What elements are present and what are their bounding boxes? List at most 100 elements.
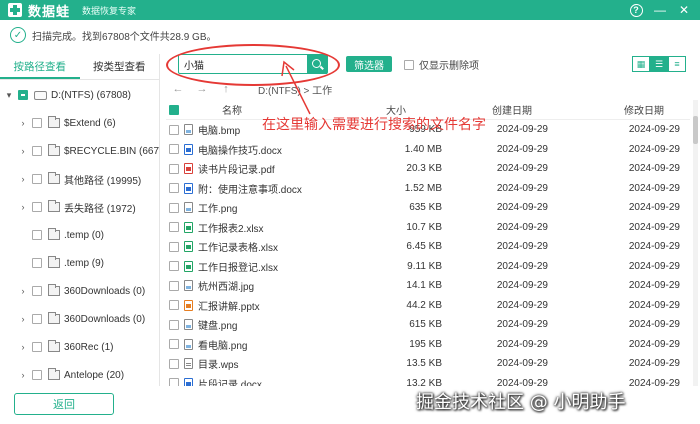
row-checkbox[interactable] (169, 378, 179, 386)
tree-checkbox[interactable] (32, 174, 42, 184)
table-row[interactable]: 汇报讲解.pptx 44.2 KB 2024-09-29 2024-09-29 (166, 296, 690, 316)
file-size: 13.5 KB (406, 358, 442, 370)
tree-item[interactable]: › 360Downloads (0) (18, 282, 145, 300)
file-modified-date: 2024-09-29 (628, 143, 680, 155)
tree-item[interactable]: › 360Rec (1) (18, 338, 113, 356)
table-row[interactable]: 工作报表2.xlsx 10.7 KB 2024-09-29 2024-09-29 (166, 218, 690, 238)
folder-icon (48, 312, 60, 324)
tree-checkbox[interactable] (32, 146, 42, 156)
row-checkbox[interactable] (169, 319, 179, 330)
table-row[interactable]: 读书片段记录.pdf 20.3 KB 2024-09-29 2024-09-29 (166, 159, 690, 179)
caret-down-icon[interactable]: ▾ (4, 90, 14, 101)
file-size: 635 KB (409, 202, 442, 214)
caret-right-icon[interactable]: › (18, 370, 28, 380)
caret-right-icon[interactable]: › (18, 174, 28, 184)
row-checkbox[interactable] (169, 163, 179, 174)
tree-item-label: .temp (0) (64, 229, 105, 241)
caret-right-icon[interactable]: › (18, 314, 28, 324)
table-row[interactable]: 附：使用注意事项.docx 1.52 MB 2024-09-29 2024-09-29 (166, 179, 690, 199)
tree-item[interactable]: › 360Downloads (0) (18, 310, 145, 328)
row-checkbox[interactable] (169, 339, 179, 350)
tree-checkbox[interactable] (32, 370, 42, 380)
list-view-button[interactable]: ☰ (650, 56, 668, 72)
row-checkbox[interactable] (169, 202, 179, 213)
close-icon: ✕ (678, 3, 690, 17)
row-checkbox[interactable] (169, 241, 179, 252)
only-deleted-toggle[interactable]: 仅显示删除项 (404, 57, 479, 72)
row-checkbox[interactable] (169, 280, 179, 291)
row-checkbox[interactable] (169, 300, 179, 311)
table-row[interactable]: 看电脑.png 195 KB 2024-09-29 2024-09-29 (166, 335, 690, 355)
file-size: 20.3 KB (406, 163, 442, 175)
file-modified-date: 2024-09-29 (628, 280, 680, 292)
caret-right-icon[interactable]: › (18, 118, 28, 128)
table-row[interactable]: 片段记录.docx 13.2 KB 2024-09-29 2024-09-29 (166, 374, 690, 386)
pdf-file-icon (184, 163, 193, 175)
nav-back-icon[interactable]: ← (166, 83, 190, 95)
back-button[interactable]: 返回 (14, 393, 114, 415)
tree-checkbox[interactable] (32, 230, 42, 240)
only-deleted-checkbox[interactable] (404, 59, 414, 70)
file-name: 工作日报登记.xlsx (198, 262, 278, 274)
file-modified-date: 2024-09-29 (628, 319, 680, 331)
tree-checkbox[interactable] (32, 258, 42, 268)
row-checkbox[interactable] (169, 222, 179, 233)
caret-right-icon[interactable]: › (18, 146, 28, 156)
pptx-file-icon (184, 299, 193, 311)
folder-icon (48, 284, 60, 296)
row-checkbox[interactable] (169, 144, 179, 155)
file-name: 工作.png (198, 204, 238, 216)
tree-item[interactable]: › Antelope (20) (18, 366, 124, 384)
file-modified-date: 2024-09-29 (628, 124, 680, 136)
tree-item[interactable]: › 其他路径 (19995) (18, 170, 141, 188)
tree-item[interactable]: › $RECYCLE.BIN (6675) (18, 142, 159, 160)
tab-by-path[interactable]: 按路径查看 (0, 54, 80, 79)
file-modified-date: 2024-09-29 (628, 377, 680, 386)
caret-right-icon[interactable]: › (18, 342, 28, 352)
folder-icon (48, 228, 60, 240)
tree-checkbox[interactable] (18, 90, 28, 100)
detail-view-button[interactable]: ≡ (668, 56, 686, 72)
row-checkbox[interactable] (169, 358, 179, 369)
file-created-date: 2024-09-29 (496, 299, 548, 311)
filter-button[interactable]: 筛选器 (346, 56, 392, 72)
header-modified[interactable]: 修改日期 (566, 102, 686, 117)
tree-checkbox[interactable] (32, 314, 42, 324)
row-checkbox[interactable] (169, 183, 179, 194)
tree-checkbox[interactable] (32, 202, 42, 212)
tree-item[interactable]: ›.temp (0) (18, 226, 104, 244)
caret-right-icon[interactable]: › (18, 286, 28, 296)
grid-view-button[interactable]: ▦ (632, 56, 650, 72)
docx-file-icon (184, 182, 193, 194)
tree-checkbox[interactable] (32, 286, 42, 296)
select-all-checkbox[interactable] (169, 104, 179, 115)
scrollbar-thumb[interactable] (693, 116, 698, 144)
table-row[interactable]: 杭州西湖.jpg 14.1 KB 2024-09-29 2024-09-29 (166, 276, 690, 296)
file-size: 615 KB (409, 319, 442, 331)
tree-item[interactable]: ›.temp (9) (18, 254, 104, 272)
close-button[interactable]: ✕ (676, 2, 692, 18)
row-checkbox[interactable] (169, 124, 179, 135)
row-checkbox[interactable] (169, 261, 179, 272)
tab-by-type[interactable]: 按类型查看 (80, 54, 160, 79)
table-row[interactable]: 工作.png 635 KB 2024-09-29 2024-09-29 (166, 198, 690, 218)
tree-checkbox[interactable] (32, 342, 42, 352)
tree-item[interactable]: › 丢失路径 (1972) (18, 198, 136, 216)
table-row[interactable]: 键盘.png 615 KB 2024-09-29 2024-09-29 (166, 315, 690, 335)
annotation-text: 在这里输入需要进行搜索的文件名字 (262, 117, 486, 133)
xlsx-file-icon (184, 221, 193, 233)
caret-right-icon[interactable]: › (18, 202, 28, 212)
table-row[interactable]: 工作日报登记.xlsx 9.11 KB 2024-09-29 2024-09-29 (166, 257, 690, 277)
help-button[interactable]: ? (628, 2, 644, 18)
minimize-button[interactable]: — (652, 2, 668, 18)
table-scrollbar[interactable] (693, 100, 698, 386)
nav-up-icon[interactable]: ↑ (214, 83, 238, 95)
tree-item[interactable]: › $Extend (6) (18, 114, 116, 132)
tree-item[interactable]: ▾ D:(NTFS) (67808) (4, 86, 131, 104)
table-row[interactable]: 目录.wps 13.5 KB 2024-09-29 2024-09-29 (166, 354, 690, 374)
file-table: 名称 大小 创建日期 修改日期 电脑.bmp 959 KB 2024-09-29 20… (166, 100, 690, 386)
tree-checkbox[interactable] (32, 118, 42, 128)
nav-forward-icon[interactable]: → (190, 83, 214, 95)
table-row[interactable]: 工作记录表格.xlsx 6.45 KB 2024-09-29 2024-09-29 (166, 237, 690, 257)
table-row[interactable]: 电脑操作技巧.docx 1.40 MB 2024-09-29 2024-09-29 (166, 140, 690, 160)
